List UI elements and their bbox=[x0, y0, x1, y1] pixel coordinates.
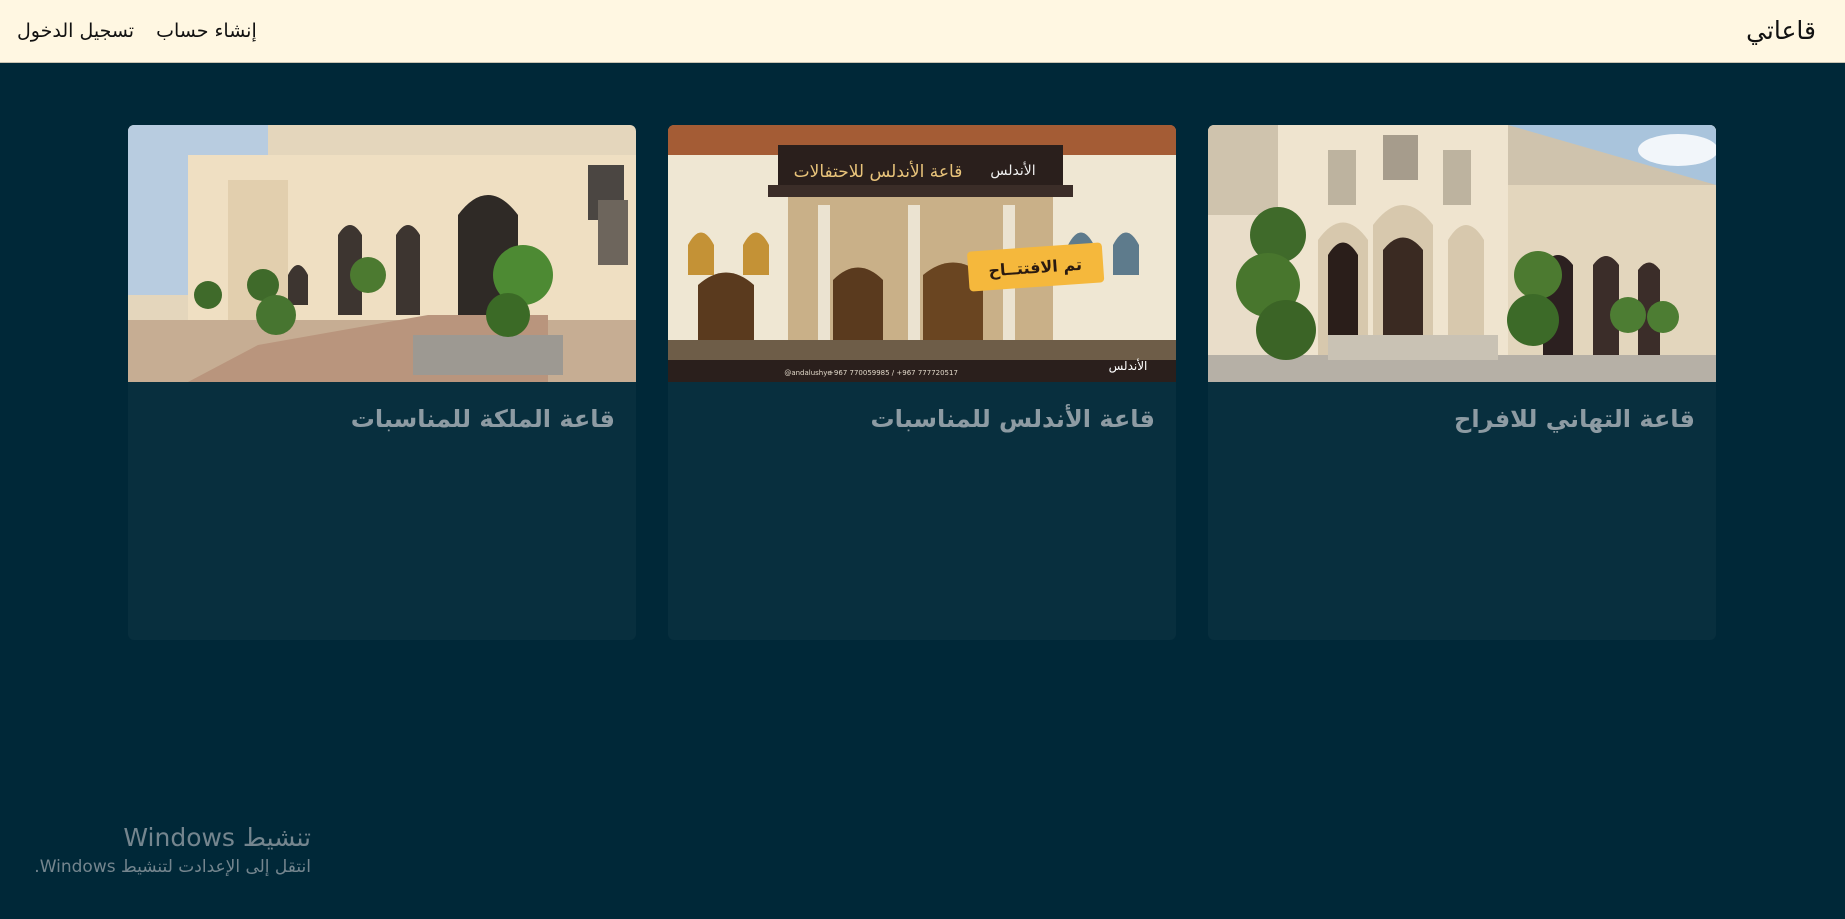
andalus-sign-logo: الأندلس bbox=[990, 161, 1035, 179]
hall-title-malika: قاعة الملكة للمناسبات bbox=[350, 405, 615, 433]
andalus-social: @andalushye bbox=[784, 369, 831, 377]
windows-activation-watermark: تنشيط Windows انتقل إلى الإعدادت لتنشيط … bbox=[28, 821, 311, 879]
login-link[interactable]: تسجيل الدخول bbox=[17, 18, 134, 44]
register-link[interactable]: إنشاء حساب bbox=[156, 18, 257, 44]
hall-card-malika[interactable]: قاعة الملكة للمناسبات bbox=[128, 125, 636, 640]
activation-subtitle: انتقل إلى الإعدادت لتنشيط Windows. bbox=[34, 857, 311, 877]
hall-photo-andalus: قاعة الأندلس للاحتفالات الأندلس تم الافت… bbox=[668, 125, 1176, 382]
brand-logo[interactable]: قاعاتي bbox=[1746, 14, 1816, 48]
nav-links: تسجيل الدخول إنشاء حساب bbox=[17, 18, 257, 44]
hall-title-andalus: قاعة الأندلس للمناسبات bbox=[870, 405, 1155, 433]
hall-photo-malika bbox=[128, 125, 636, 382]
hall-photo-tahani bbox=[1208, 125, 1716, 382]
andalus-logo-bottom: الأندلس bbox=[1109, 358, 1148, 374]
hall-title-tahani: قاعة التهاني للافراح bbox=[1454, 405, 1695, 433]
hall-card-tahani[interactable]: قاعة التهاني للافراح bbox=[1208, 125, 1716, 640]
andalus-sign-text: قاعة الأندلس للاحتفالات bbox=[794, 161, 963, 182]
hall-card-andalus[interactable]: قاعة الأندلس للاحتفالات الأندلس تم الافت… bbox=[668, 125, 1176, 640]
halls-grid: قاعة التهاني للافراح قاعة الأندلس للاحتف… bbox=[128, 125, 1716, 640]
activation-title: تنشيط Windows bbox=[123, 823, 311, 852]
andalus-phones: +967 770059985 / +967 777720517 bbox=[828, 369, 958, 377]
top-navbar: قاعاتي تسجيل الدخول إنشاء حساب bbox=[0, 0, 1845, 63]
